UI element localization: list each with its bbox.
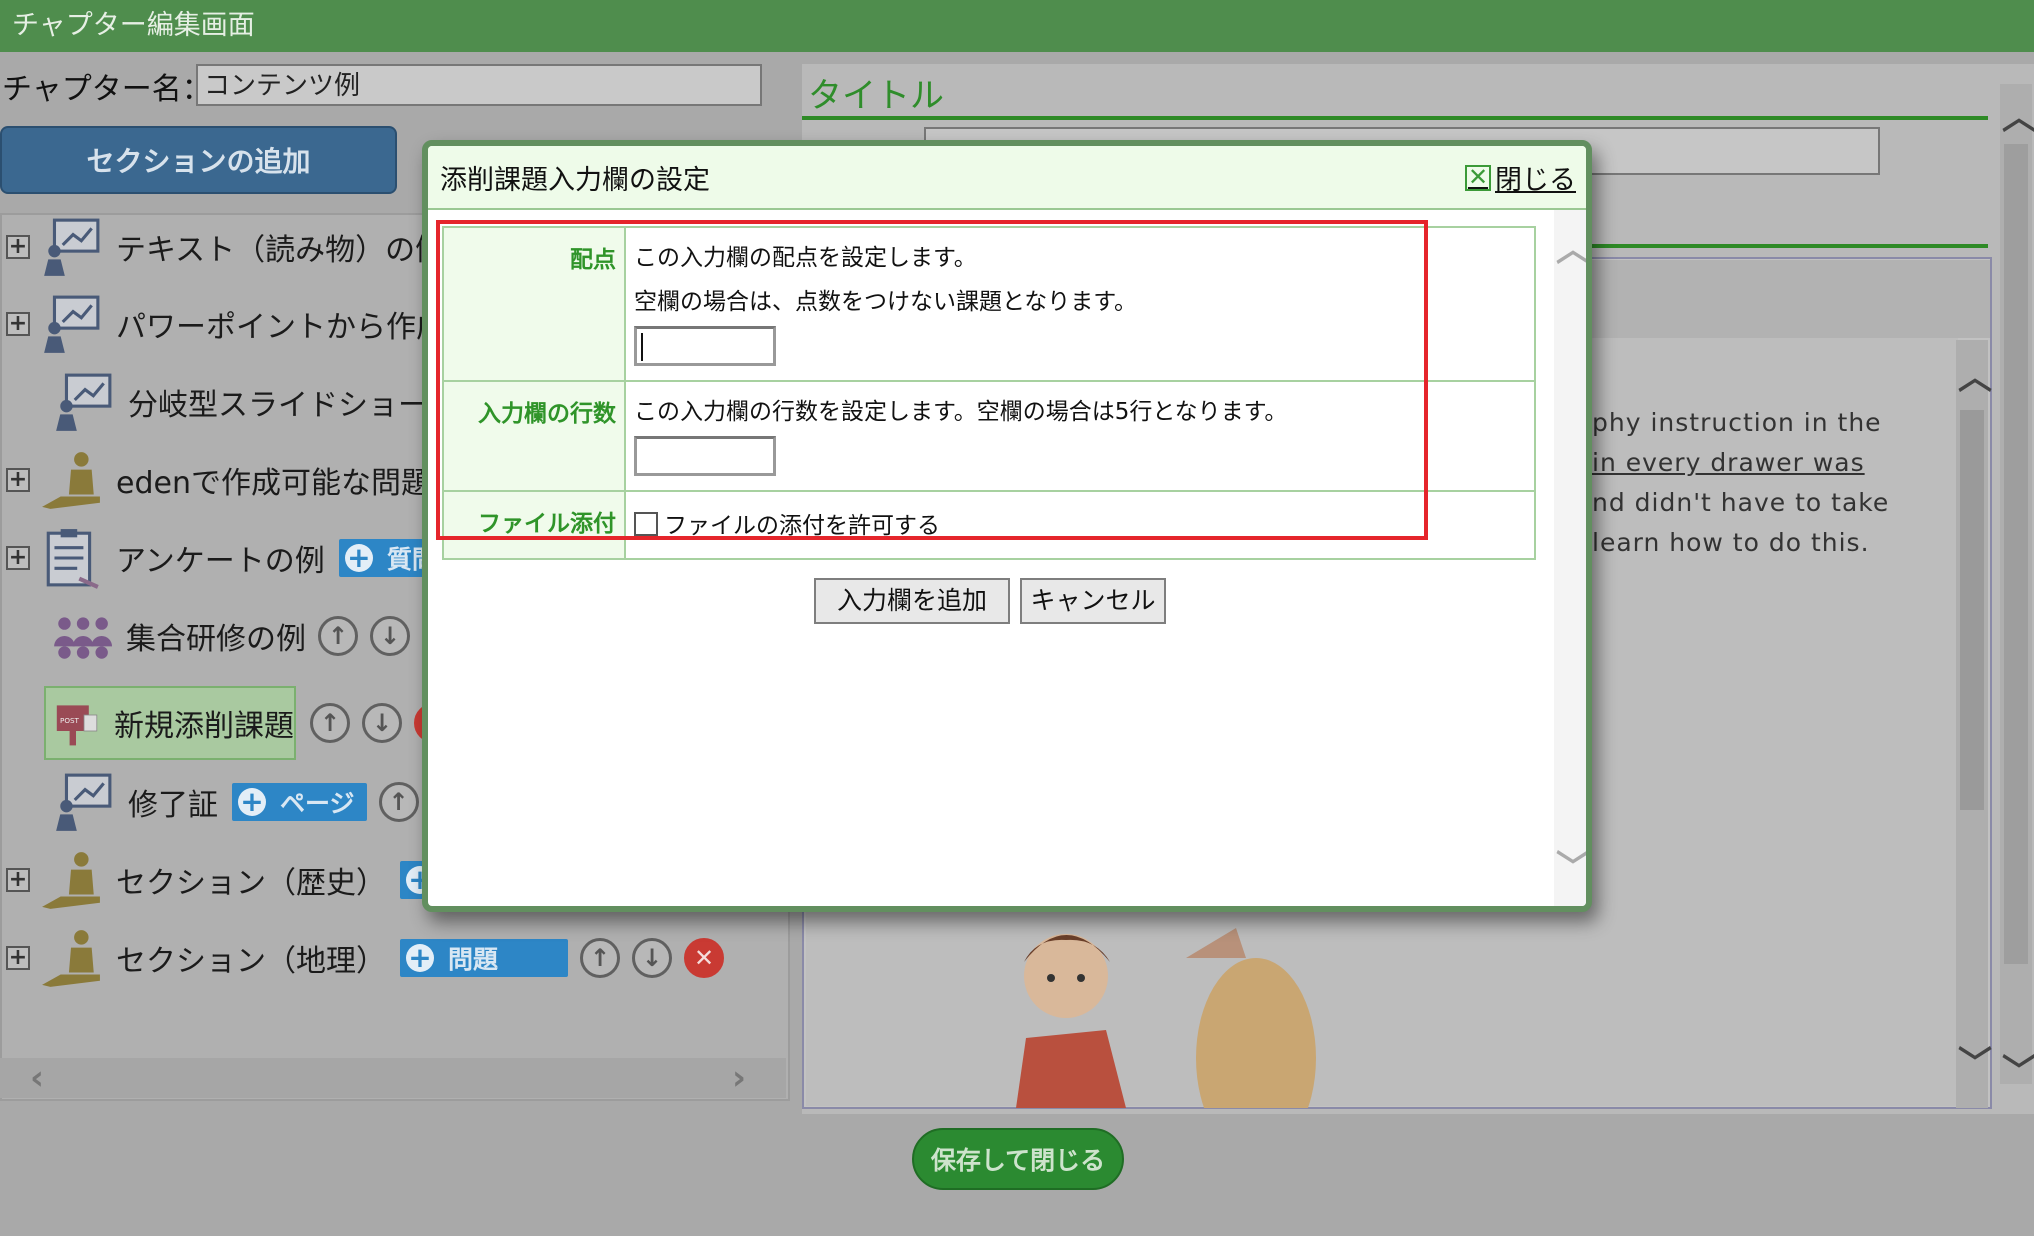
tree-item-section-history[interactable]: + セクション（歴史） +: [6, 848, 460, 912]
student-desk-icon: [42, 852, 100, 909]
close-button[interactable]: ✕ 閉じる: [1465, 158, 1576, 197]
assignment-field-settings-dialog: 添削課題入力欄の設定 ✕ 閉じる 配点 この入力欄の配点を設定します。 空欄の場…: [422, 140, 1592, 912]
tree-item-branch-slideshow[interactable]: 分岐型スライドショー: [42, 370, 428, 434]
dialog-title-bar: 添削課題入力欄の設定 ✕ 閉じる: [428, 146, 1586, 210]
add-page-button[interactable]: + ページ: [232, 783, 367, 821]
clipboard-icon: [46, 529, 99, 589]
move-up-icon[interactable]: ↑: [378, 782, 419, 822]
tree-item-label: パワーポイントから作成: [116, 310, 446, 345]
tree-item-group-training[interactable]: 集合研修の例 ↑ ↓ ✕: [50, 604, 462, 668]
page-vertical-scrollbar[interactable]: ︿ ﹀: [2000, 84, 2034, 1092]
tree-item-label: 集合研修の例: [126, 622, 306, 657]
cancel-button[interactable]: キャンセル: [1020, 578, 1166, 624]
expand-icon[interactable]: +: [6, 946, 30, 970]
editor-text-line: nd didn't have to take: [1592, 488, 1890, 517]
scroll-thumb[interactable]: [1960, 410, 1984, 810]
group-icon: [54, 617, 112, 659]
window-header: チャプター編集画面: [0, 0, 2034, 52]
illustration-image: [1016, 928, 1316, 1108]
scroll-up-icon[interactable]: ︿: [2002, 90, 2034, 139]
scroll-right-icon[interactable]: ›: [732, 1058, 746, 1098]
tree-item-section-geography[interactable]: + セクション（地理） + 問題 ↑ ↓ ✕: [6, 926, 724, 990]
add-problem-button[interactable]: + 問題: [400, 939, 568, 977]
post-box-icon: POST: [56, 705, 98, 746]
tree-horizontal-scrollbar[interactable]: ‹ ›: [0, 1058, 786, 1098]
plus-icon: +: [238, 788, 266, 816]
move-down-icon[interactable]: ↓: [632, 938, 672, 978]
dialog-title: 添削課題入力欄の設定: [440, 165, 710, 196]
expand-icon[interactable]: +: [6, 546, 30, 570]
student-desk-icon: [42, 930, 100, 987]
editor-vertical-scrollbar[interactable]: ︿ ﹀: [1956, 340, 1992, 1108]
tree-item-label: 新規添削課題: [114, 709, 294, 744]
expand-icon[interactable]: +: [6, 312, 30, 336]
scroll-down-icon[interactable]: ﹀: [1958, 1036, 1992, 1085]
lecture-icon: [44, 218, 100, 276]
close-icon: ✕: [1465, 164, 1491, 191]
move-down-icon[interactable]: ↓: [370, 616, 410, 656]
lecture-icon: [44, 295, 100, 353]
move-down-icon[interactable]: ↓: [362, 703, 402, 743]
highlight-annotation-box: [436, 220, 1428, 540]
tree-item-new-assignment[interactable]: POST 新規添削課題: [44, 686, 296, 760]
lecture-icon: [56, 773, 112, 831]
save-and-close-button[interactable]: 保存して閉じる: [912, 1128, 1124, 1190]
plus-icon: +: [344, 544, 373, 572]
title-label: タイトル: [808, 76, 944, 116]
editor-text-line: phy instruction in the: [1592, 408, 1882, 437]
student-desk-icon: [42, 452, 100, 509]
expand-icon[interactable]: +: [6, 468, 30, 492]
scroll-thumb[interactable]: [2004, 144, 2028, 964]
tree-item-text-example[interactable]: + テキスト（読み物）の例: [6, 215, 445, 279]
add-section-button[interactable]: セクションの追加: [0, 126, 397, 194]
scroll-down-icon[interactable]: ﹀: [1556, 840, 1586, 889]
scroll-left-icon[interactable]: ‹: [30, 1058, 44, 1098]
expand-icon[interactable]: +: [6, 868, 30, 892]
tree-item-survey[interactable]: + アンケートの例 + 質問: [6, 526, 449, 590]
tree-item-label: セクション（地理）: [116, 944, 386, 979]
move-up-icon[interactable]: ↑: [310, 703, 350, 743]
editor-text-line: in every drawer was: [1592, 448, 1865, 477]
move-up-icon[interactable]: ↑: [580, 938, 620, 978]
chapter-name-input[interactable]: コンテンツ例: [196, 64, 762, 106]
tree-item-label: セクション（歴史）: [116, 866, 386, 901]
tree-item-eden-questions[interactable]: + edenで作成可能な問題例: [6, 448, 461, 512]
tree-item-label: アンケートの例: [116, 544, 325, 579]
editor-text-line: learn how to do this.: [1592, 528, 1870, 557]
section-divider: [1586, 244, 1988, 248]
title-underline: [802, 116, 1988, 120]
svg-text:POST: POST: [60, 716, 80, 725]
dialog-vertical-scrollbar[interactable]: ︿ ﹀: [1554, 210, 1586, 906]
plus-icon: +: [406, 944, 434, 972]
scroll-up-icon[interactable]: ︿: [1556, 222, 1586, 271]
tree-item-label: 修了証: [128, 788, 218, 823]
lecture-icon: [56, 373, 112, 431]
tree-item-certificate[interactable]: 修了証 + ページ ↑: [42, 770, 419, 834]
add-input-field-button[interactable]: 入力欄を追加: [814, 578, 1010, 624]
tree-item-label: 分岐型スライドショー: [128, 388, 428, 423]
scroll-down-icon[interactable]: ﹀: [2002, 1044, 2034, 1093]
move-up-icon[interactable]: ↑: [318, 616, 358, 656]
scroll-up-icon[interactable]: ︿: [1958, 350, 1992, 399]
chapter-name-label: チャプター名：: [2, 72, 212, 107]
tree-item-label: edenで作成可能な問題例: [116, 466, 461, 501]
tree-item-label: テキスト（読み物）の例: [116, 233, 446, 268]
expand-icon[interactable]: +: [6, 235, 30, 259]
delete-icon[interactable]: ✕: [684, 938, 724, 978]
tree-item-powerpoint[interactable]: + パワーポイントから作成: [6, 292, 446, 356]
